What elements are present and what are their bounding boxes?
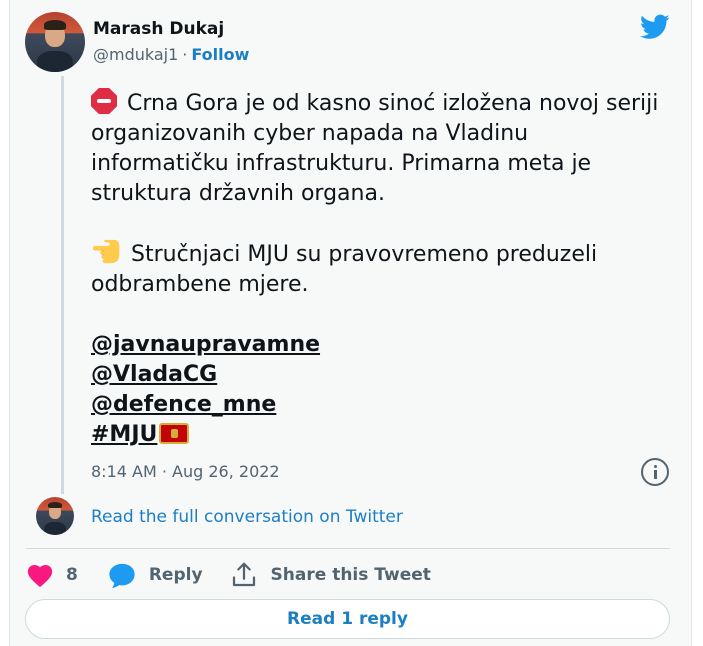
read-reply-button[interactable]: Read 1 reply xyxy=(25,599,670,639)
reply-button[interactable]: Reply xyxy=(108,562,229,589)
read-conversation-link[interactable]: Read the full conversation on Twitter xyxy=(91,507,403,527)
share-label: Share this Tweet xyxy=(270,565,431,585)
reply-label: Reply xyxy=(148,565,203,585)
divider xyxy=(26,548,670,549)
mentions-block: @javnaupravamne @VladaCG @defence_mne #M… xyxy=(91,330,671,450)
author-handle-row: @mdukaj1 · Follow xyxy=(93,45,249,64)
pointing-hand-icon xyxy=(92,239,120,264)
paragraph-1-text: Crna Gora je od kasno sinoć izložena nov… xyxy=(91,91,659,206)
montenegro-flag-icon xyxy=(159,423,190,444)
reply-bubble-icon xyxy=(109,563,135,588)
separator-dot: · xyxy=(182,45,188,64)
heart-icon xyxy=(27,564,53,588)
author-handle[interactable]: @mdukaj1 xyxy=(93,45,178,64)
tweet-paragraph-2: Stručnjaci MJU su pravovremeno preduzeli… xyxy=(91,239,671,300)
embedded-tweet-card: Marash Dukaj @mdukaj1 · Follow Crna Gora j… xyxy=(9,0,692,646)
hashtag-mju[interactable]: #MJU xyxy=(91,420,157,450)
mention-vladacg[interactable]: @VladaCG xyxy=(91,360,217,390)
tweet-timestamp[interactable]: 8:14 AM · Aug 26, 2022 xyxy=(91,462,280,481)
conversation-avatar[interactable] xyxy=(36,497,74,535)
author-name[interactable]: Marash Dukaj xyxy=(93,19,224,39)
tweet-body: Crna Gora je od kasno sinoć izložena nov… xyxy=(91,88,671,450)
stop-sign-icon xyxy=(91,88,117,114)
tweet-paragraph-1: Crna Gora je od kasno sinoć izložena nov… xyxy=(91,88,671,209)
action-bar: 8 Reply Share this Tweet xyxy=(26,557,431,593)
mention-defence-mne[interactable]: @defence_mne xyxy=(91,390,276,420)
follow-button[interactable]: Follow xyxy=(191,45,249,64)
twitter-bird-icon[interactable] xyxy=(640,14,670,40)
thread-line xyxy=(61,76,64,494)
paragraph-2-text: Stručnjaci MJU su pravovremeno preduzeli… xyxy=(91,242,598,297)
share-icon xyxy=(232,562,255,587)
like-button[interactable]: 8 xyxy=(26,562,108,588)
author-avatar[interactable] xyxy=(25,12,85,72)
like-count: 8 xyxy=(66,565,78,585)
info-icon[interactable] xyxy=(641,458,669,486)
mention-javnaupravamne[interactable]: @javnaupravamne xyxy=(91,330,320,360)
share-button[interactable]: Share this Tweet xyxy=(229,560,431,590)
